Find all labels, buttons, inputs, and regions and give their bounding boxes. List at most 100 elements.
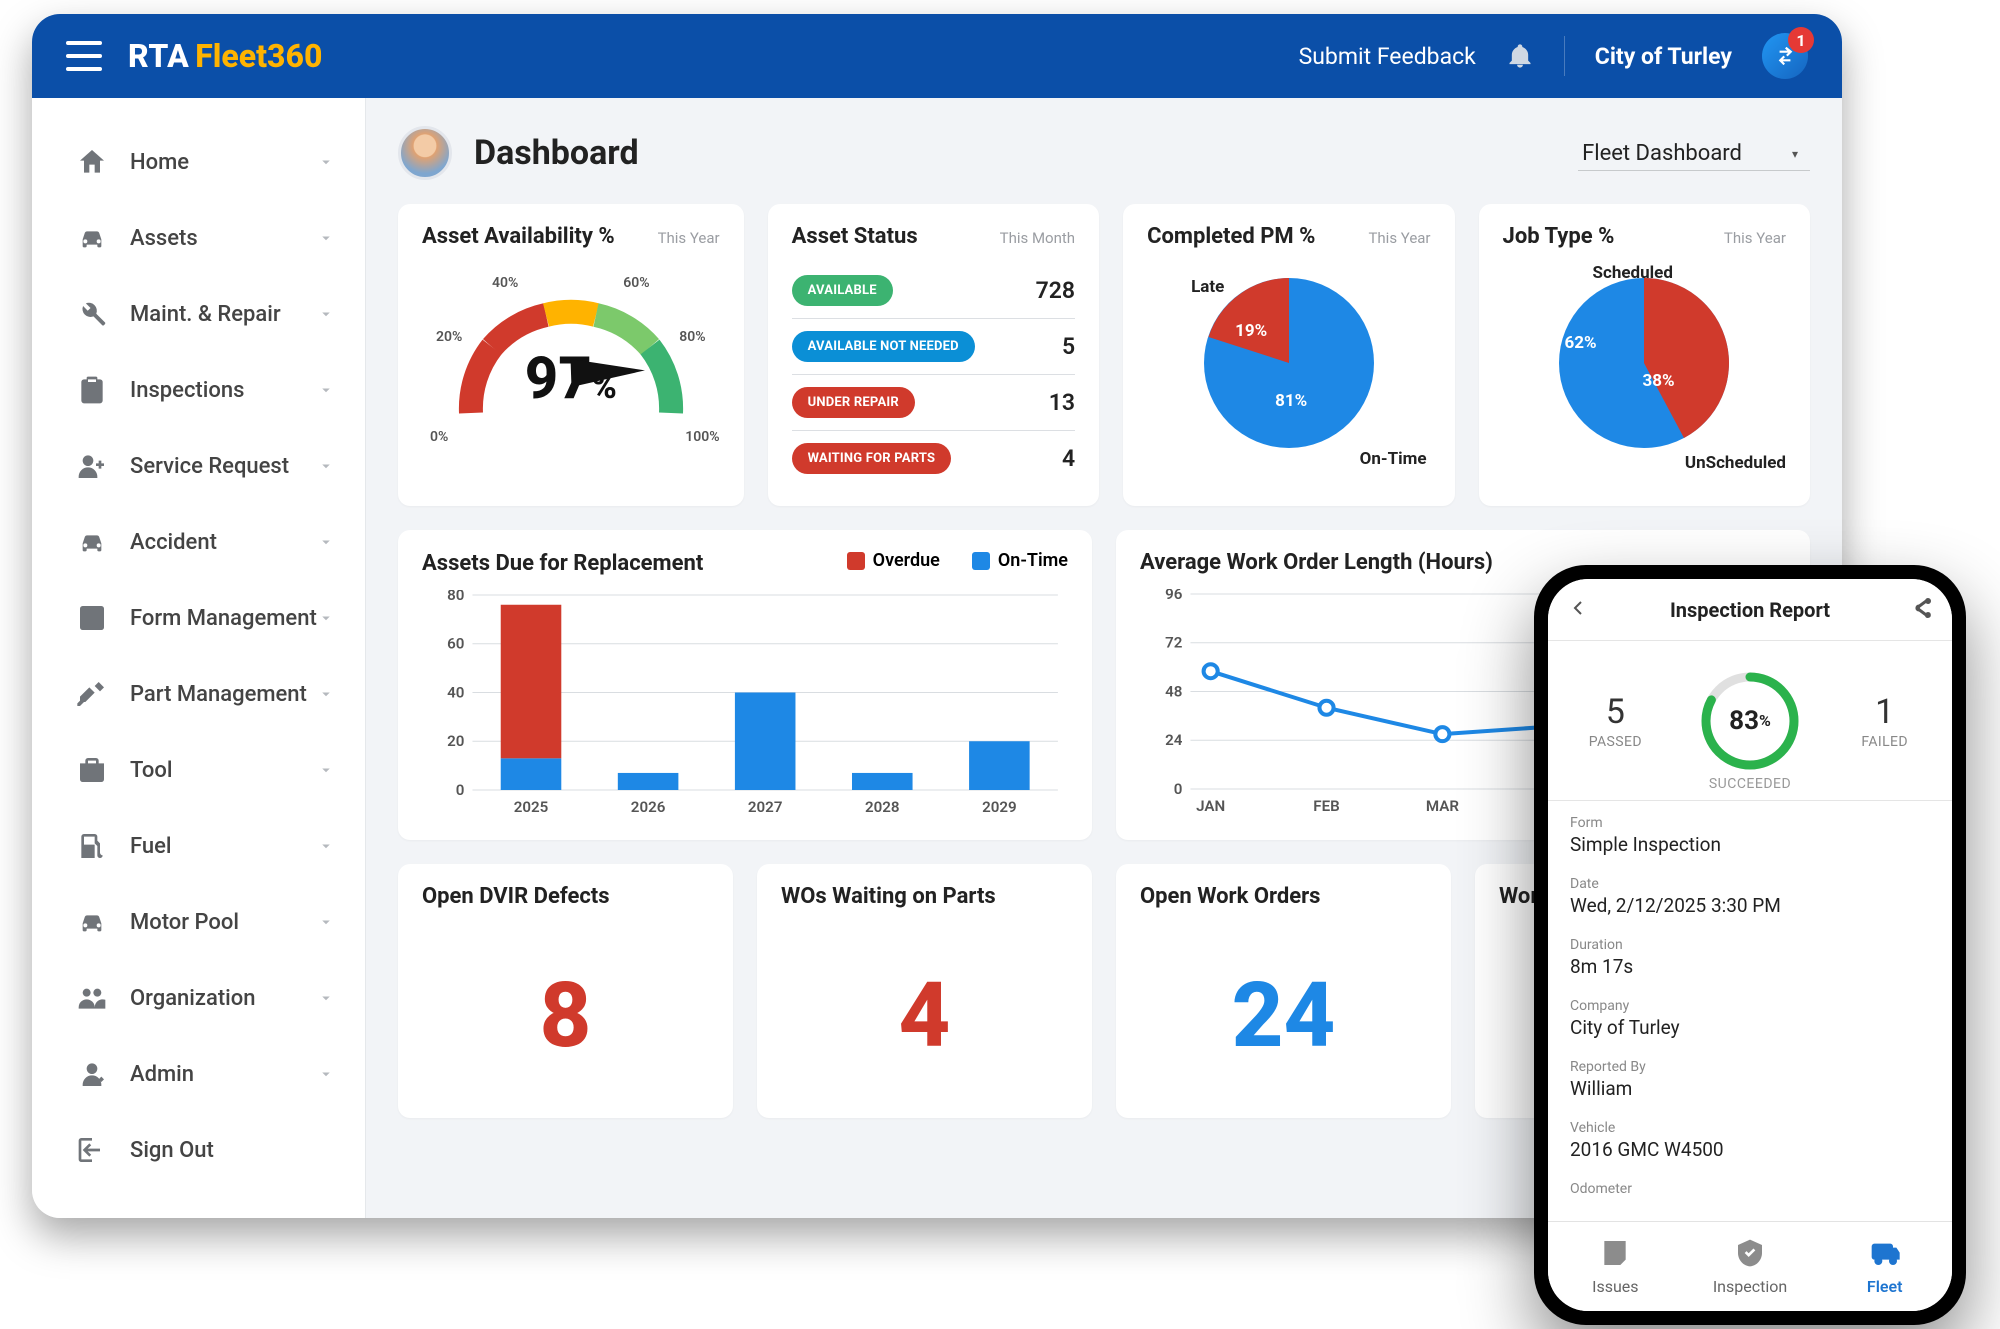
phone-field: Reported ByWilliam — [1548, 1045, 1952, 1106]
legend-swatch-overdue — [847, 552, 865, 570]
phone-tabs: IssuesInspection Fleet — [1548, 1221, 1952, 1311]
field-value: Simple Inspection — [1570, 833, 1930, 856]
phone-header: Inspection Report — [1548, 579, 1952, 641]
avatar[interactable] — [398, 126, 452, 180]
pie-label-unsched: UnScheduled — [1685, 453, 1786, 473]
sidebar-item-fuel[interactable]: Fuel — [32, 808, 365, 884]
topbar: RTA Fleet360 Submit Feedback City of Tur… — [32, 14, 1842, 98]
dashboard-selector[interactable]: Fleet Dashboard ▾ — [1578, 135, 1810, 171]
bar-ontime — [852, 772, 913, 789]
chevron-down-icon — [317, 381, 335, 399]
pie-label-ontime: On-Time — [1360, 449, 1427, 469]
tools-icon — [76, 678, 108, 710]
phone-tab-issues[interactable]: Issues — [1548, 1222, 1683, 1311]
svg-text:MAR: MAR — [1426, 797, 1460, 815]
phone-fields[interactable]: FormSimple InspectionDateWed, 2/12/2025 … — [1548, 801, 1952, 1221]
phone-field: Odometer — [1548, 1167, 1952, 1205]
field-value: 2016 GMC W4500 — [1570, 1138, 1930, 1161]
phone-tab-inspection[interactable]: Inspection — [1683, 1222, 1818, 1311]
sidebar-item-label: Home — [130, 150, 317, 175]
phone-field: FormSimple Inspection — [1548, 801, 1952, 862]
card-job-type: Job Type % This Year Scheduled 62% 38% U… — [1479, 204, 1810, 506]
sidebar-item-label: Accident — [130, 530, 317, 555]
pm-pie-chart: Late 19% 81% On-Time — [1147, 263, 1430, 473]
submit-feedback-link[interactable]: Submit Feedback — [1299, 43, 1476, 70]
tab-label: Fleet — [1867, 1277, 1903, 1296]
status-value: 13 — [1049, 389, 1075, 416]
sidebar-item-organization[interactable]: Organization — [32, 960, 365, 1036]
sidebar-item-service-request[interactable]: Service Request — [32, 428, 365, 504]
legend-ontime: On-Time — [998, 550, 1068, 571]
sidebar-item-accident[interactable]: Accident — [32, 504, 365, 580]
donut-pct-unit: % — [1759, 711, 1771, 730]
status-pill: AVAILABLE NOT NEEDED — [792, 331, 975, 362]
line-point — [1435, 727, 1449, 741]
share-icon[interactable] — [1910, 596, 1934, 624]
menu-icon[interactable] — [66, 41, 102, 71]
sidebar-item-signout[interactable]: Sign Out — [32, 1112, 365, 1188]
tab-icon — [1734, 1237, 1766, 1273]
sidebar-item-label: Inspections — [130, 378, 317, 403]
tab-icon — [1599, 1237, 1631, 1273]
tick: 80% — [679, 329, 705, 345]
card-title: Open DVIR Defects — [422, 884, 610, 909]
page-title: Dashboard — [474, 133, 639, 173]
card-title: Completed PM % — [1147, 224, 1315, 249]
sidebar-item-assets[interactable]: Assets — [32, 200, 365, 276]
svg-text:2026: 2026 — [631, 798, 666, 816]
org-switch-icon[interactable]: 1 — [1762, 33, 1808, 79]
sidebar-item-admin[interactable]: Admin — [32, 1036, 365, 1112]
wrench-icon — [76, 298, 108, 330]
card-sub: This Year — [1368, 229, 1430, 247]
bell-icon[interactable] — [1506, 42, 1534, 70]
status-row: AVAILABLE NOT NEEDED5 — [792, 319, 1075, 375]
form-icon — [76, 602, 108, 634]
kpi-value: 8 — [422, 923, 709, 1098]
sidebar-item-motor-pool[interactable]: Motor Pool — [32, 884, 365, 960]
status-pill: WAITING FOR PARTS — [792, 443, 952, 474]
phone-title: Inspection Report — [1590, 598, 1910, 622]
phone-field: Duration8m 17s — [1548, 923, 1952, 984]
sidebar-item-label: Form Management — [130, 606, 317, 631]
person-plus-icon — [76, 450, 108, 482]
svg-text:72: 72 — [1165, 634, 1183, 652]
card-title: Assets Due for Replacement — [422, 551, 703, 576]
field-label: Odometer — [1570, 1181, 1930, 1197]
kpi-value: 4 — [781, 923, 1068, 1098]
tick: 40% — [492, 275, 518, 291]
card-title: Asset Availability % — [422, 224, 615, 249]
back-icon[interactable] — [1566, 596, 1590, 624]
sidebar-item-label: Organization — [130, 986, 317, 1011]
card-title: WOs Waiting on Parts — [781, 884, 996, 909]
sidebar-item-inspections[interactable]: Inspections — [32, 352, 365, 428]
caret-down-icon: ▾ — [1792, 147, 1798, 161]
svg-text:20: 20 — [447, 732, 464, 750]
svg-text:0: 0 — [1174, 780, 1183, 798]
field-value: Wed, 2/12/2025 3:30 PM — [1570, 894, 1930, 917]
donut-chart: 83% — [1698, 669, 1802, 773]
chevron-down-icon — [317, 989, 335, 1007]
org-name[interactable]: City of Turley — [1595, 43, 1732, 70]
brand: RTA Fleet360 — [128, 37, 322, 75]
legend: Overdue On-Time — [847, 550, 1068, 571]
failed-label: FAILED — [1861, 734, 1908, 750]
status-row: UNDER REPAIR13 — [792, 375, 1075, 431]
card-title: Open Work Orders — [1140, 884, 1320, 909]
car-icon — [76, 906, 108, 938]
svg-text:24: 24 — [1165, 731, 1183, 749]
sidebar-item-tool[interactable]: Tool — [32, 732, 365, 808]
chevron-down-icon — [317, 153, 335, 171]
passed-label: PASSED — [1589, 734, 1642, 750]
phone-tab-fleet[interactable]: Fleet — [1817, 1222, 1952, 1311]
succeeded-label: SUCCEEDED — [1548, 776, 1952, 792]
sidebar-item-home[interactable]: Home — [32, 124, 365, 200]
card-asset-status: Asset Status This Month AVAILABLE728AVAI… — [768, 204, 1099, 506]
sidebar-item-part-management[interactable]: Part Management — [32, 656, 365, 732]
sidebar-item-label: Part Management — [130, 682, 317, 707]
sidebar-item-maint-repair[interactable]: Maint. & Repair — [32, 276, 365, 352]
svg-text:60: 60 — [447, 634, 464, 652]
chevron-down-icon — [317, 685, 335, 703]
svg-text:2027: 2027 — [748, 798, 783, 816]
svg-text:2025: 2025 — [514, 798, 549, 816]
sidebar-item-form-management[interactable]: Form Management — [32, 580, 365, 656]
